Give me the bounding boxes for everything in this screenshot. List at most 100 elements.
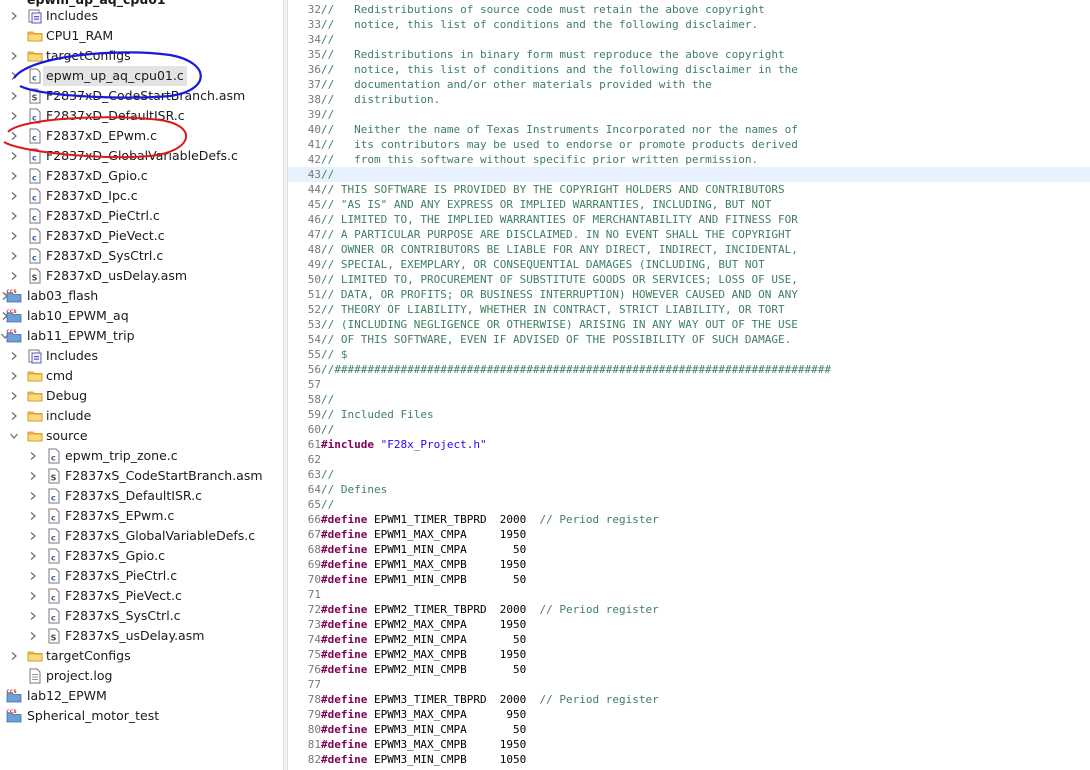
tree-item[interactable]: c F2837xD_PieCtrl.c	[0, 206, 283, 226]
tree-item[interactable]: include	[0, 406, 283, 426]
chevron-right-icon[interactable]	[8, 386, 20, 406]
code-line[interactable]: 53// (INCLUDING NEGLIGENCE OR OTHERWISE)…	[288, 317, 1090, 332]
code-line[interactable]: 57	[288, 377, 1090, 392]
tree-item[interactable]: cmd	[0, 366, 283, 386]
code-line[interactable]: 75#define EPWM2_MAX_CMPB 1950	[288, 647, 1090, 662]
chevron-right-icon[interactable]	[8, 146, 20, 166]
code-editor[interactable]: 32// Redistributions of source code must…	[288, 0, 1090, 770]
tree-item[interactable]: c epwm_trip_zone.c	[0, 446, 283, 466]
tree-item[interactable]: CCS lab03_flash	[0, 286, 283, 306]
code-line[interactable]: 34//	[288, 32, 1090, 47]
code-line[interactable]: 63//	[288, 467, 1090, 482]
code-line[interactable]: 74#define EPWM2_MIN_CMPA 50	[288, 632, 1090, 647]
tree-item[interactable]: targetConfigs	[0, 646, 283, 666]
code-line[interactable]: 58//	[288, 392, 1090, 407]
chevron-right-icon[interactable]	[8, 66, 20, 86]
code-line[interactable]: 46// LIMITED TO, THE IMPLIED WARRANTIES …	[288, 212, 1090, 227]
code-line[interactable]: 55// $	[288, 347, 1090, 362]
code-line[interactable]: 36// notice, this list of conditions and…	[288, 62, 1090, 77]
code-line[interactable]: 76#define EPWM2_MIN_CMPB 50	[288, 662, 1090, 677]
code-line[interactable]: 78#define EPWM3_TIMER_TBPRD 2000 // Peri…	[288, 692, 1090, 707]
tree-item[interactable]: source	[0, 426, 283, 446]
tree-item[interactable]: CCS lab11_EPWM_trip	[0, 326, 283, 346]
code-line[interactable]: 73#define EPWM2_MAX_CMPA 1950	[288, 617, 1090, 632]
chevron-right-icon[interactable]	[27, 606, 39, 626]
code-line[interactable]: 66#define EPWM1_TIMER_TBPRD 2000 // Peri…	[288, 512, 1090, 527]
code-line[interactable]: 67#define EPWM1_MAX_CMPA 1950	[288, 527, 1090, 542]
code-line[interactable]: 68#define EPWM1_MIN_CMPA 50	[288, 542, 1090, 557]
code-line[interactable]: 45// "AS IS" AND ANY EXPRESS OR IMPLIED …	[288, 197, 1090, 212]
tree-item[interactable]: c F2837xS_EPwm.c	[0, 506, 283, 526]
chevron-right-icon[interactable]	[8, 266, 20, 286]
code-line[interactable]: 62	[288, 452, 1090, 467]
code-line[interactable]: 65//	[288, 497, 1090, 512]
chevron-down-icon[interactable]	[8, 426, 20, 446]
code-line[interactable]: 69#define EPWM1_MAX_CMPB 1950	[288, 557, 1090, 572]
chevron-right-icon[interactable]	[8, 346, 20, 366]
chevron-right-icon[interactable]	[27, 546, 39, 566]
tree-item[interactable]: Includes	[0, 6, 283, 26]
code-line[interactable]: 51// DATA, OR PROFITS; OR BUSINESS INTER…	[288, 287, 1090, 302]
tree-item[interactable]: Debug	[0, 386, 283, 406]
code-line[interactable]: 50// LIMITED TO, PROCUREMENT OF SUBSTITU…	[288, 272, 1090, 287]
tree-item[interactable]: S F2837xS_CodeStartBranch.asm	[0, 466, 283, 486]
code-line[interactable]: 35// Redistributions in binary form must…	[288, 47, 1090, 62]
chevron-right-icon[interactable]	[27, 526, 39, 546]
tree-item[interactable]: c F2837xS_Gpio.c	[0, 546, 283, 566]
code-line[interactable]: 79#define EPWM3_MAX_CMPA 950	[288, 707, 1090, 722]
chevron-right-icon[interactable]	[8, 406, 20, 426]
code-line[interactable]: 80#define EPWM3_MIN_CMPA 50	[288, 722, 1090, 737]
chevron-right-icon[interactable]	[8, 226, 20, 246]
code-line[interactable]: 38// distribution.	[288, 92, 1090, 107]
code-line[interactable]: 71	[288, 587, 1090, 602]
code-line[interactable]: 39//	[288, 107, 1090, 122]
tree-item[interactable]: c F2837xD_GlobalVariableDefs.c	[0, 146, 283, 166]
code-line[interactable]: 43//	[288, 167, 1090, 182]
chevron-right-icon[interactable]	[27, 486, 39, 506]
tree-item[interactable]: targetConfigs	[0, 46, 283, 66]
tree-item[interactable]: c F2837xD_DefaultISR.c	[0, 106, 283, 126]
chevron-right-icon[interactable]	[8, 246, 20, 266]
code-line[interactable]: 40// Neither the name of Texas Instrumen…	[288, 122, 1090, 137]
code-line[interactable]: 32// Redistributions of source code must…	[288, 2, 1090, 17]
code-line[interactable]: 54// OF THIS SOFTWARE, EVEN IF ADVISED O…	[288, 332, 1090, 347]
tree-item[interactable]: CCS lab10_EPWM_aq	[0, 306, 283, 326]
chevron-right-icon[interactable]	[27, 466, 39, 486]
code-line[interactable]: 82#define EPWM3_MIN_CMPB 1050	[288, 752, 1090, 767]
code-line[interactable]: 70#define EPWM1_MIN_CMPB 50	[288, 572, 1090, 587]
code-line[interactable]: 47// A PARTICULAR PURPOSE ARE DISCLAIMED…	[288, 227, 1090, 242]
tree-item[interactable]: c F2837xD_Gpio.c	[0, 166, 283, 186]
tree-item[interactable]: c F2837xD_SysCtrl.c	[0, 246, 283, 266]
tree-item[interactable]: CPU1_RAM	[0, 26, 283, 46]
code-line[interactable]: 77	[288, 677, 1090, 692]
chevron-right-icon[interactable]	[8, 186, 20, 206]
chevron-right-icon[interactable]	[8, 46, 20, 66]
code-line[interactable]: 59// Included Files	[288, 407, 1090, 422]
chevron-right-icon[interactable]	[8, 366, 20, 386]
tree-item[interactable]: S F2837xD_usDelay.asm	[0, 266, 283, 286]
chevron-right-icon[interactable]	[8, 106, 20, 126]
chevron-right-icon[interactable]	[8, 646, 20, 666]
tree-item[interactable]: S F2837xS_usDelay.asm	[0, 626, 283, 646]
chevron-right-icon[interactable]	[27, 506, 39, 526]
code-line[interactable]: 52// THEORY OF LIABILITY, WHETHER IN CON…	[288, 302, 1090, 317]
code-line[interactable]: 49// SPECIAL, EXEMPLARY, OR CONSEQUENTIA…	[288, 257, 1090, 272]
tree-item[interactable]: CCS lab12_EPWM	[0, 686, 283, 706]
tree-item[interactable]: c F2837xD_EPwm.c	[0, 126, 283, 146]
code-line[interactable]: 33// notice, this list of conditions and…	[288, 17, 1090, 32]
chevron-right-icon[interactable]	[8, 126, 20, 146]
tree-item[interactable]: c F2837xS_PieCtrl.c	[0, 566, 283, 586]
tree-item[interactable]: S F2837xD_CodeStartBranch.asm	[0, 86, 283, 106]
chevron-right-icon[interactable]	[8, 6, 20, 26]
code-line[interactable]: 42// from this software without specific…	[288, 152, 1090, 167]
code-line[interactable]: 60//	[288, 422, 1090, 437]
tree-item[interactable]: CCS Spherical_motor_test	[0, 706, 283, 726]
code-line[interactable]: 48// OWNER OR CONTRIBUTORS BE LIABLE FOR…	[288, 242, 1090, 257]
chevron-right-icon[interactable]	[27, 586, 39, 606]
tree-item[interactable]: Includes	[0, 346, 283, 366]
tree-item[interactable]: c F2837xS_PieVect.c	[0, 586, 283, 606]
tree-item[interactable]: c F2837xS_GlobalVariableDefs.c	[0, 526, 283, 546]
tree-item[interactable]: c F2837xD_Ipc.c	[0, 186, 283, 206]
tree-item[interactable]: c F2837xS_SysCtrl.c	[0, 606, 283, 626]
code-line[interactable]: 61#include "F28x_Project.h"	[288, 437, 1090, 452]
